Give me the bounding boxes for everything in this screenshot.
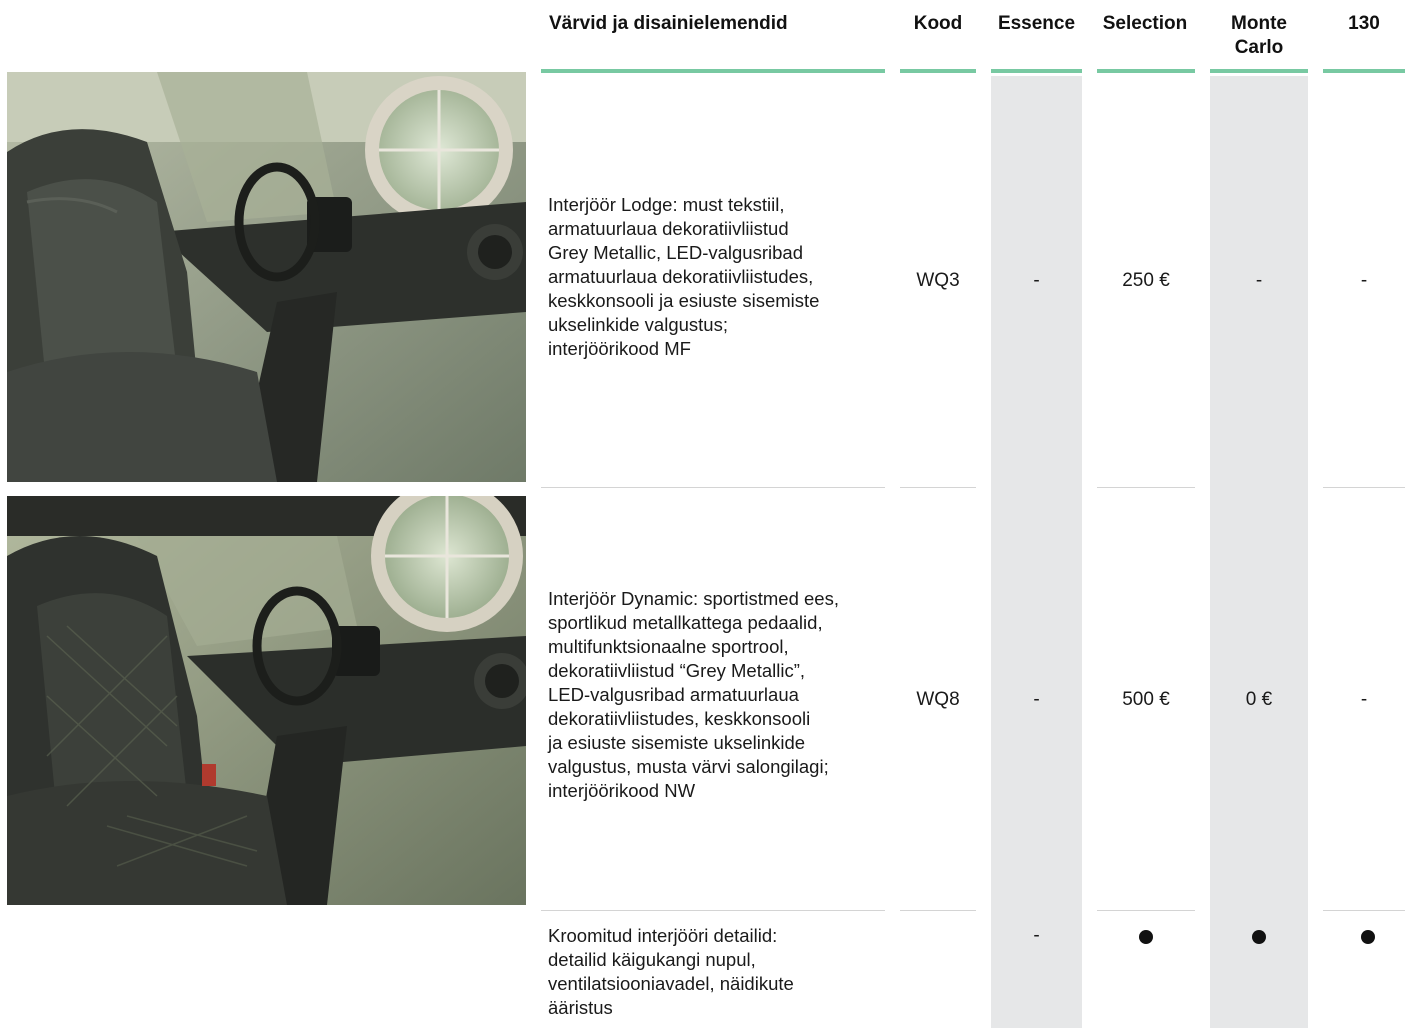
row-3-selection-bullet-icon [1139,930,1153,944]
row-separator [1323,910,1405,911]
row-3-description: Kroomitud interjööri detailid: detailid … [548,925,794,1018]
row-3-essence: - [1033,925,1040,946]
header-description: Värvid ja disainielemendid [549,13,788,34]
header-monte-carlo: Monte Carlo [1231,13,1287,58]
header-selection: Selection [1102,13,1188,34]
row-separator [900,487,976,488]
interior-dynamic-photo [7,496,526,905]
row-2-monte-carlo: 0 € [1245,689,1273,710]
monte-carlo-column-shade [1210,76,1308,1028]
row-separator [1097,487,1195,488]
header-130: 130 [1348,13,1380,34]
header-underline [1097,69,1195,73]
row-2-description: Interjöör Dynamic: sportistmed ees, spor… [548,588,839,801]
row-1-code: WQ3 [916,270,960,291]
header-underline [1210,69,1308,73]
essence-column-shade [991,76,1082,1028]
header-underline [541,69,885,73]
header-underline [991,69,1082,73]
header-code: Kood [913,13,963,34]
row-3-monte-carlo-bullet-icon [1252,930,1266,944]
row-2-code: WQ8 [916,689,960,710]
row-1-monte-carlo: - [1255,270,1263,291]
row-separator [900,910,976,911]
interior-lodge-photo [7,72,526,482]
row-separator [1097,910,1195,911]
row-1-130: - [1360,270,1368,291]
row-1-selection: 250 € [1122,270,1170,291]
row-2-essence: - [1033,689,1040,710]
row-separator [1323,487,1405,488]
row-2-130: - [1360,689,1368,710]
header-underline [900,69,976,73]
header-essence: Essence [997,13,1076,34]
row-3-130-bullet-icon [1361,930,1375,944]
row-1-description: Interjöör Lodge: must tekstiil, armatuur… [548,194,820,359]
header-underline [1323,69,1405,73]
row-2-selection: 500 € [1122,689,1170,710]
row-separator [541,910,885,911]
row-separator [541,487,885,488]
row-1-essence: - [1033,270,1040,291]
